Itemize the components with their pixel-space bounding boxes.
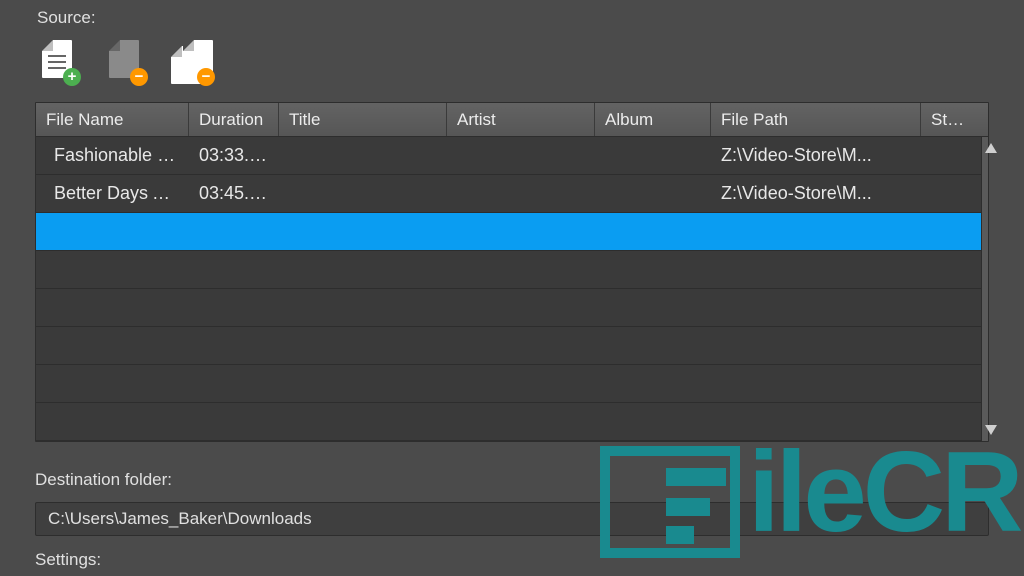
cell-duration: 03:33.44: [189, 145, 279, 166]
scroll-up-icon[interactable]: [985, 143, 997, 153]
remove-all-button[interactable]: −: [171, 40, 213, 84]
table-header: File Name Duration Title Artist Album Fi…: [36, 103, 988, 137]
source-table: File Name Duration Title Artist Album Fi…: [35, 102, 989, 442]
table-row[interactable]: [36, 251, 981, 289]
destination-folder-input[interactable]: C:\Users\James_Baker\Downloads: [35, 502, 989, 536]
settings-label: Settings:: [35, 550, 989, 570]
remove-file-button[interactable]: −: [104, 40, 146, 84]
col-filepath-header[interactable]: File Path: [711, 103, 921, 136]
minus-badge-icon: −: [130, 68, 148, 86]
scroll-down-icon[interactable]: [985, 425, 997, 435]
col-artist-header[interactable]: Artist: [447, 103, 595, 136]
table-row[interactable]: Better Days A...03:45.00 Z:\Video-Store\M…: [36, 175, 981, 213]
table-row[interactable]: [36, 327, 981, 365]
col-album-header[interactable]: Album: [595, 103, 711, 136]
table-row[interactable]: [36, 403, 981, 441]
minus-badge-icon: −: [197, 68, 215, 86]
table-body[interactable]: Fashionable R...03:33.44 Z:\Video-Store\M…: [36, 137, 981, 441]
table-row[interactable]: Fashionable R...03:33.44 Z:\Video-Store\M…: [36, 137, 981, 175]
col-status-header[interactable]: Status: [921, 103, 981, 136]
cell-filename: Better Days A...: [36, 183, 189, 204]
col-duration-header[interactable]: Duration: [189, 103, 279, 136]
source-label: Source:: [35, 0, 989, 34]
cell-filepath: Z:\Video-Store\M...: [711, 183, 921, 204]
vertical-scrollbar[interactable]: [981, 137, 988, 441]
cell-duration: 03:45.00: [189, 183, 279, 204]
destination-label: Destination folder:: [35, 470, 989, 490]
plus-badge-icon: +: [63, 68, 81, 86]
source-toolbar: + − −: [35, 34, 989, 102]
col-title-header[interactable]: Title: [279, 103, 447, 136]
table-row[interactable]: [36, 213, 981, 251]
cell-filename: Fashionable R...: [36, 145, 189, 166]
col-filename-header[interactable]: File Name: [36, 103, 189, 136]
table-row[interactable]: [36, 289, 981, 327]
table-row[interactable]: [36, 365, 981, 403]
cell-filepath: Z:\Video-Store\M...: [711, 145, 921, 166]
add-file-button[interactable]: +: [37, 40, 79, 84]
